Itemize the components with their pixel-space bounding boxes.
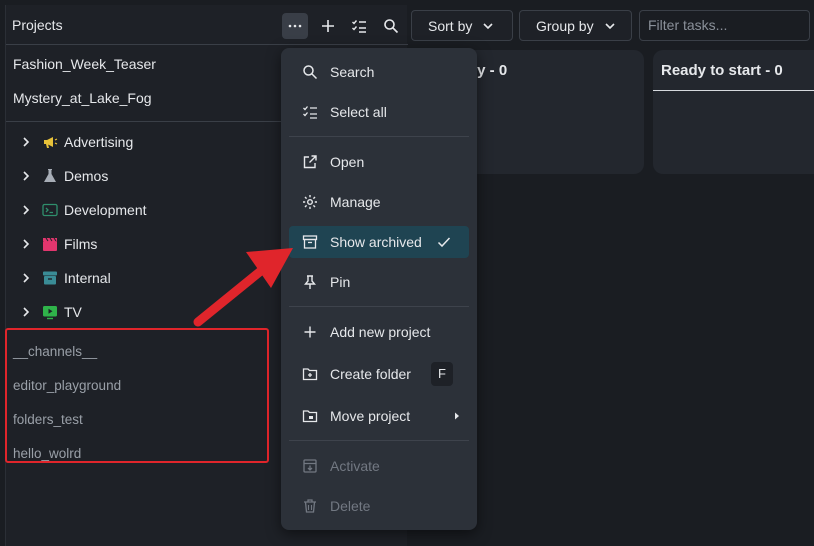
annotation-arrow bbox=[193, 248, 293, 327]
